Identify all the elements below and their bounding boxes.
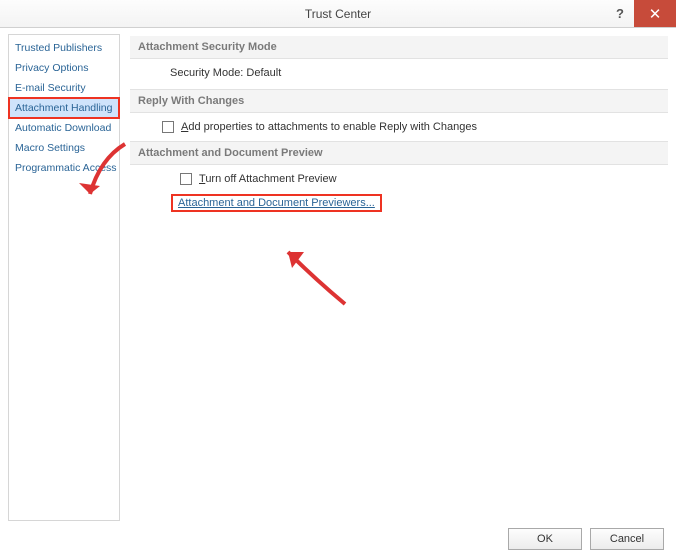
dialog-footer: OK Cancel [0,521,676,557]
window-title: Trust Center [0,7,676,21]
reply-changes-checkbox[interactable] [162,121,174,133]
section-heading-reply-with-changes: Reply With Changes [130,89,668,113]
sidebar-item-macro-settings[interactable]: Macro Settings [9,138,119,158]
reply-changes-label: Add properties to attachments to enable … [181,121,477,133]
sidebar-item-email-security[interactable]: E-mail Security [9,78,119,98]
sidebar-item-label: Trusted Publishers [15,42,102,54]
turnoff-preview-row[interactable]: Turn off Attachment Preview [130,173,668,185]
help-button[interactable]: ? [606,0,634,27]
reply-changes-checkbox-row[interactable]: Add properties to attachments to enable … [130,121,668,133]
content-pane: Attachment Security Mode Security Mode: … [130,34,668,521]
titlebar: Trust Center ? ✕ [0,0,676,28]
turnoff-preview-checkbox[interactable] [180,173,192,185]
previewers-button[interactable]: Attachment and Document Previewers... [172,195,381,211]
sidebar-item-automatic-download[interactable]: Automatic Download [9,118,119,138]
sidebar-item-privacy-options[interactable]: Privacy Options [9,58,119,78]
sidebar: Trusted Publishers Privacy Options E-mai… [8,34,120,521]
section-heading-preview: Attachment and Document Preview [130,141,668,165]
security-mode-value: Security Mode: Default [130,67,668,79]
sidebar-item-attachment-handling[interactable]: Attachment Handling [9,98,119,118]
sidebar-item-programmatic-access[interactable]: Programmatic Access [9,158,119,178]
cancel-button[interactable]: Cancel [590,528,664,550]
sidebar-item-label: E-mail Security [15,82,86,94]
sidebar-item-label: Automatic Download [15,122,111,134]
section-heading-security-mode: Attachment Security Mode [130,36,668,59]
close-button[interactable]: ✕ [634,0,676,27]
sidebar-item-label: Programmatic Access [15,162,117,174]
annotation-arrow-icon [270,234,360,314]
turnoff-preview-label: Turn off Attachment Preview [199,173,337,185]
sidebar-item-label: Privacy Options [15,62,89,74]
titlebar-controls: ? ✕ [606,0,676,27]
sidebar-item-label: Macro Settings [15,142,85,154]
ok-button[interactable]: OK [508,528,582,550]
sidebar-item-label: Attachment Handling [15,102,112,114]
dialog-body: Trusted Publishers Privacy Options E-mai… [0,28,676,521]
sidebar-item-trusted-publishers[interactable]: Trusted Publishers [9,38,119,58]
